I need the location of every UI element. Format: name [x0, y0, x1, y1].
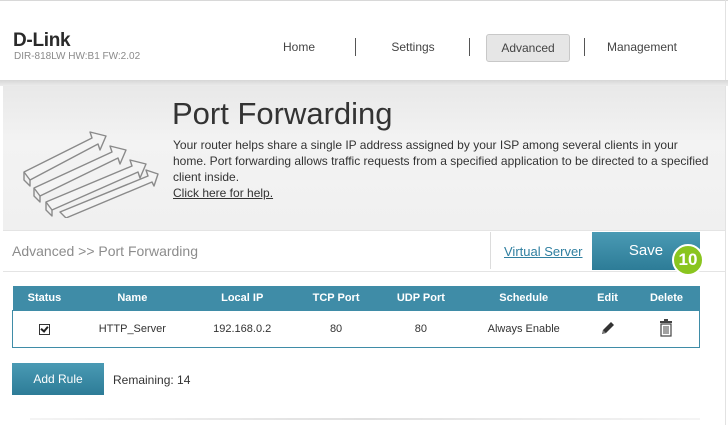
- nav-separator: [584, 38, 585, 56]
- col-name: Name: [76, 286, 189, 311]
- col-schedule: Schedule: [465, 286, 582, 311]
- delete-cell: [634, 311, 700, 348]
- tcp-port-cell: 80: [329, 323, 343, 335]
- top-border: [0, 0, 728, 1]
- header-divider: [0, 80, 728, 86]
- udp-port-cell: 80: [414, 323, 428, 335]
- virtual-server-link[interactable]: Virtual Server: [504, 244, 583, 259]
- trash-icon[interactable]: [659, 318, 673, 337]
- breadcrumb: Advanced >> Port Forwarding: [12, 243, 198, 259]
- nav-separator: [355, 38, 356, 56]
- schedule-cell: Always Enable: [487, 323, 560, 335]
- table-header-row: Status Name Local IP TCP Port UDP Port S…: [12, 286, 700, 311]
- nav-separator: [469, 38, 470, 56]
- status-cell: [13, 311, 77, 348]
- pencil-icon[interactable]: [600, 320, 616, 336]
- nav-home[interactable]: Home: [270, 34, 328, 60]
- local-ip-cell: 192.168.0.2: [213, 323, 272, 335]
- add-rule-button[interactable]: Add Rule: [12, 363, 104, 395]
- col-delete: Delete: [633, 286, 700, 311]
- table-row: HTTP_Server 192.168.0.2 80 80 Always Ena…: [12, 310, 700, 348]
- help-link[interactable]: Click here for help.: [173, 186, 273, 200]
- col-edit: Edit: [581, 286, 634, 311]
- nav-management[interactable]: Management: [603, 34, 681, 60]
- status-checkbox[interactable]: [39, 323, 51, 335]
- description-text: Your router helps share a single IP addr…: [173, 138, 709, 184]
- main-nav: Home Settings Advanced Management: [0, 34, 728, 62]
- port-forwarding-arrows-icon: [23, 131, 159, 218]
- nav-advanced[interactable]: Advanced: [486, 34, 570, 62]
- page-title: Port Forwarding: [172, 96, 393, 131]
- col-tcp-port: TCP Port: [296, 286, 376, 311]
- right-border: [725, 0, 726, 425]
- col-udp-port: UDP Port: [375, 286, 466, 311]
- col-local-ip: Local IP: [188, 286, 297, 311]
- step-number-badge: 10: [672, 244, 704, 276]
- col-status: Status: [12, 286, 77, 311]
- remaining-count: Remaining: 14: [113, 373, 191, 387]
- edit-cell: [582, 311, 634, 348]
- footer-divider: [30, 418, 700, 420]
- name-cell: HTTP_Server: [98, 323, 166, 335]
- port-forwarding-table: Status Name Local IP TCP Port UDP Port S…: [12, 286, 700, 348]
- nav-settings[interactable]: Settings: [382, 34, 444, 60]
- page-description: Your router helps share a single IP addr…: [173, 137, 713, 201]
